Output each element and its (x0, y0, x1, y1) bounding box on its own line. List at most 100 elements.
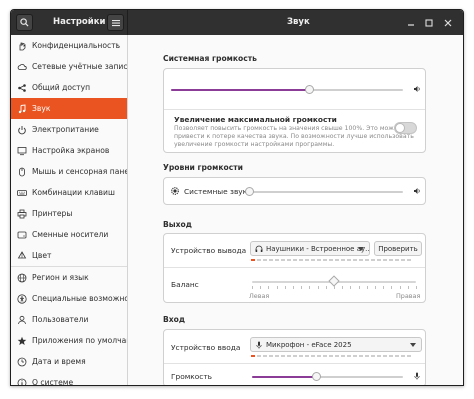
sidebar-item-sound[interactable]: Звук (11, 98, 127, 119)
sidebar-item-sharing[interactable]: Общий доступ (11, 77, 127, 98)
speaker-icon (412, 186, 422, 196)
balance-tick (342, 286, 344, 289)
sidebar-item-default-apps[interactable]: Приложения по умолчанию (11, 330, 127, 351)
display-icon (17, 146, 27, 156)
maximize-icon (424, 18, 433, 27)
accessibility-icon (17, 293, 27, 304)
system-volume-title: Системная громкость (163, 54, 257, 63)
balance-tick (309, 286, 311, 289)
output-level-meter (251, 259, 413, 261)
input-volume-slider[interactable] (252, 372, 403, 381)
sidebar-item-removable-media[interactable]: Сменные носители (11, 224, 127, 245)
balance-tick (284, 286, 286, 289)
menu-button[interactable] (107, 14, 124, 31)
slider-fill (171, 89, 311, 91)
sidebar-item-mouse[interactable]: Мышь и сенсорная панель (11, 161, 127, 182)
slider-knob[interactable] (305, 85, 315, 94)
sidebar-item-displays[interactable]: Настройка экранов (11, 140, 127, 161)
balance-tick (293, 286, 294, 289)
sidebar-item-accessibility[interactable]: Специальные возможности (11, 288, 127, 309)
balance-knob[interactable] (328, 275, 340, 287)
system-sounds-icon (170, 186, 180, 196)
row-divider (164, 267, 425, 268)
volume-levels-title: Уровни громкости (163, 163, 243, 172)
level-segment (323, 259, 327, 261)
boost-volume-toggle[interactable] (394, 122, 417, 134)
balance-tick (260, 286, 262, 289)
level-segment (377, 355, 381, 357)
slider-knob[interactable] (311, 372, 321, 381)
sidebar-item-about[interactable]: О системе (11, 372, 127, 386)
level-segment (353, 259, 357, 261)
balance-tick (399, 286, 401, 289)
level-segment (371, 355, 375, 357)
sidebar-item-power[interactable]: Электропитание (11, 119, 127, 140)
star-icon (17, 336, 27, 346)
sidebar-item-online-accounts[interactable]: Сетевые учётные записи (11, 56, 127, 77)
printer-icon (17, 209, 27, 219)
output-device-select[interactable]: Наушники - Встроенное ау... (250, 241, 370, 256)
level-segment (335, 259, 339, 261)
level-segment (389, 259, 393, 261)
level-segment (335, 355, 339, 357)
balance-tick (276, 286, 278, 289)
users-icon (17, 315, 27, 325)
level-segment (407, 355, 411, 357)
search-button[interactable] (16, 14, 33, 31)
clock-icon (17, 357, 27, 367)
balance-tick (325, 286, 327, 289)
boost-volume-description-2: привести к потере качества звука. По воз… (174, 133, 414, 140)
system-volume-slider[interactable] (171, 85, 403, 94)
level-segment (407, 259, 411, 261)
level-segment (257, 259, 261, 261)
slider-knob[interactable] (245, 187, 254, 196)
level-segment (293, 259, 297, 261)
sidebar-item-label: Пользователи (32, 315, 89, 324)
sound-panel: Системная громкость Увеличение максималь… (129, 35, 463, 385)
input-device-select[interactable]: Микрофон - eFace 2025 (250, 337, 422, 352)
microphone-icon (256, 341, 262, 348)
level-segment (365, 355, 369, 357)
sidebar-item-users[interactable]: Пользователи (11, 309, 127, 330)
sidebar-item-privacy[interactable]: Конфиденциальность › (11, 35, 127, 56)
sidebar-item-color[interactable]: Цвет (11, 245, 127, 266)
balance-tick (375, 286, 376, 289)
header-separator (127, 10, 128, 35)
sidebar-item-label: Дата и время (32, 357, 86, 366)
mouse-icon (17, 167, 27, 177)
chevron-right-icon: › (115, 40, 119, 49)
minimize-button[interactable] (404, 16, 417, 29)
maximize-button[interactable] (422, 16, 435, 29)
level-segment (263, 355, 267, 357)
level-segment (389, 355, 393, 357)
close-button[interactable] (441, 16, 454, 29)
sidebar-item-date-time[interactable]: Дата и время (11, 351, 127, 372)
sidebar-item-label: О системе (32, 378, 74, 386)
cloud-icon (17, 62, 27, 72)
balance-tick (317, 286, 319, 289)
level-segment (329, 355, 333, 357)
info-icon (17, 378, 27, 385)
level-segment (317, 259, 321, 261)
system-sounds-slider[interactable] (245, 187, 403, 196)
sidebar-item-keyboard[interactable]: Комбинации клавиш (11, 182, 127, 203)
test-output-button[interactable]: Проверить (374, 241, 422, 256)
level-segment (281, 355, 285, 357)
sidebar-item-label: Принтеры (32, 209, 73, 218)
input-volume-label: Громкость (171, 372, 213, 381)
hand-icon (17, 41, 27, 51)
balance-tick (416, 286, 417, 289)
balance-slider[interactable] (252, 275, 416, 287)
sidebar-item-printers[interactable]: Принтеры (11, 203, 127, 224)
level-segment (317, 355, 321, 357)
sidebar-item-label: Сетевые учётные записи (32, 62, 128, 71)
sidebar-item-region[interactable]: Регион и язык (11, 267, 127, 288)
boost-volume-label: Увеличение максимальной громкости (174, 115, 337, 124)
level-segment (269, 259, 273, 261)
sidebar-item-label: Общий доступ (32, 83, 91, 92)
sidebar: Конфиденциальность › Сетевые учётные зап… (11, 35, 128, 386)
level-segment (341, 259, 345, 261)
level-segment (293, 355, 297, 357)
level-segment (299, 259, 303, 261)
sidebar-item-label: Настройка экранов (32, 146, 110, 155)
